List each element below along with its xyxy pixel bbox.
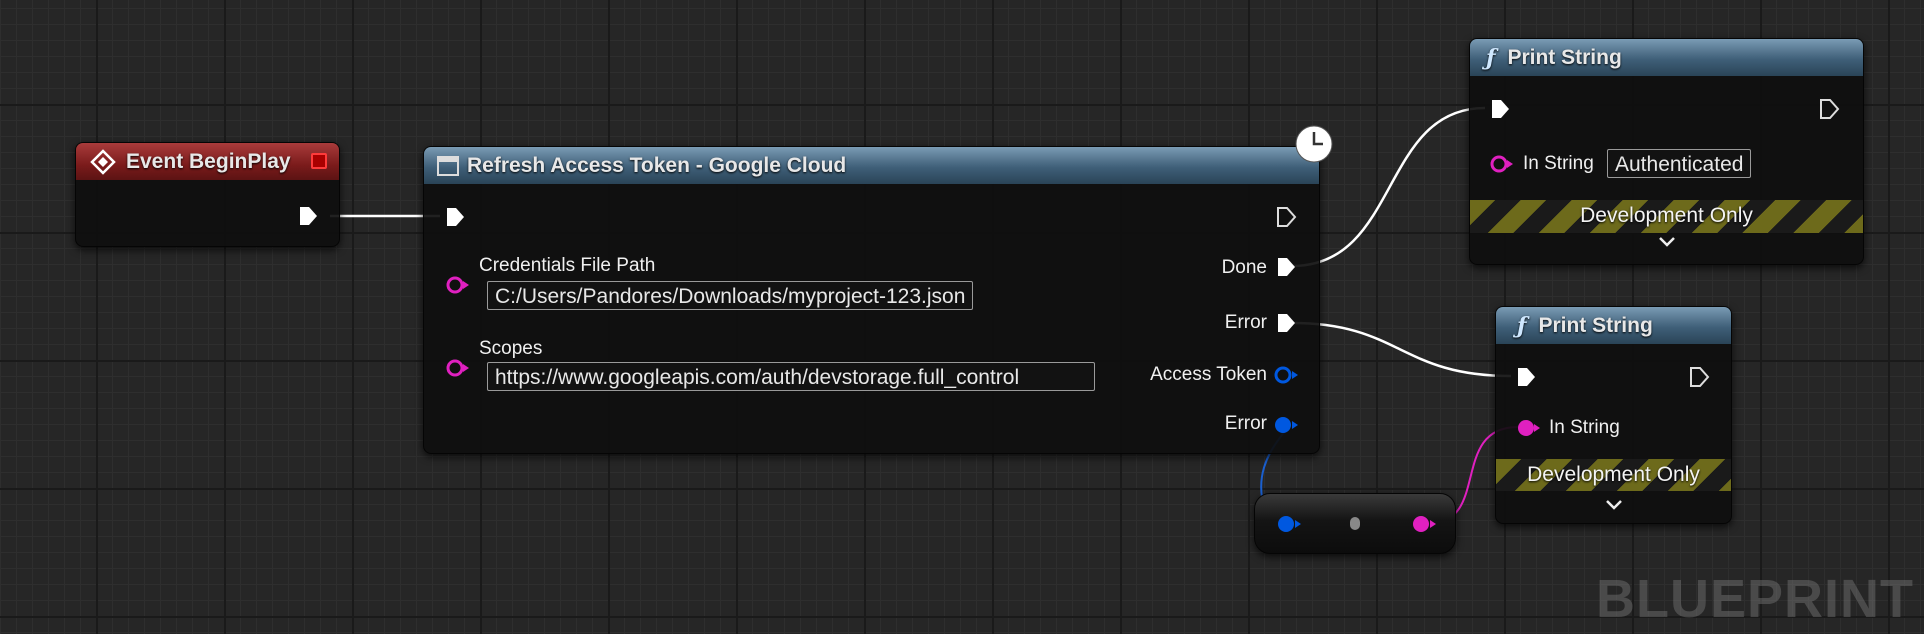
- conversion-center-dot: [1350, 517, 1360, 530]
- wire-error-to-print2: [1291, 321, 1512, 378]
- scopes-string-pin[interactable]: [445, 358, 471, 383]
- scopes-label: Scopes: [479, 338, 543, 359]
- scopes-field[interactable]: https://www.googleapis.com/auth/devstora…: [487, 362, 1095, 391]
- print2-in-string-pin[interactable]: [1516, 418, 1542, 443]
- credentials-label: Credentials File Path: [479, 255, 656, 276]
- function-f-icon: ƒ: [1486, 44, 1496, 71]
- event-diamond-icon: [90, 148, 116, 175]
- error-struct-label: Error: [1224, 413, 1267, 434]
- function-f-icon: ƒ: [1517, 312, 1527, 339]
- event-node-header[interactable]: Event BeginPlay: [76, 143, 339, 180]
- refresh-access-token-node[interactable]: Refresh Access Token - Google Cloud Cred…: [423, 146, 1320, 454]
- then-exec-output-pin[interactable]: [1275, 206, 1297, 228]
- done-label: Done: [1221, 257, 1267, 278]
- print-string-1-header[interactable]: ƒ Print String: [1470, 39, 1863, 76]
- blueprint-watermark: BLUEPRINT: [1596, 569, 1914, 629]
- breakpoint-icon[interactable]: [311, 153, 327, 169]
- conversion-node[interactable]: [1254, 493, 1456, 554]
- done-exec-output-pin[interactable]: [1275, 256, 1297, 278]
- print2-in-string-label: In String: [1549, 417, 1620, 438]
- event-node-title: Event BeginPlay: [126, 149, 291, 173]
- chevron-down-icon[interactable]: [1658, 232, 1676, 253]
- print-string-2-header[interactable]: ƒ Print String: [1496, 307, 1731, 344]
- access-token-label: Access Token: [1150, 364, 1267, 385]
- print2-dev-only-label: Development Only: [1527, 463, 1700, 486]
- chevron-down-icon[interactable]: [1605, 495, 1623, 516]
- print-string-1-title: Print String: [1507, 45, 1622, 69]
- refresh-node-header[interactable]: Refresh Access Token - Google Cloud: [424, 147, 1319, 184]
- print-string-node-2[interactable]: ƒ Print String In String Development Onl…: [1495, 306, 1732, 524]
- error-struct-pin[interactable]: [1272, 415, 1300, 440]
- print1-in-string-field[interactable]: Authenticated: [1607, 149, 1752, 178]
- clock-icon: [1294, 124, 1334, 169]
- print1-in-string-pin[interactable]: [1489, 154, 1515, 179]
- credentials-file-path-field[interactable]: C:/Users/Pandores/Downloads/myproject-12…: [487, 281, 974, 310]
- print1-exec-output-pin[interactable]: [1818, 98, 1840, 120]
- exec-output-pin[interactable]: [297, 205, 319, 227]
- print-string-node-1[interactable]: ƒ Print String In String Authenticated D…: [1469, 38, 1864, 265]
- print2-exec-output-pin[interactable]: [1688, 366, 1710, 388]
- print1-dev-only-label: Development Only: [1580, 204, 1753, 227]
- access-token-struct-pin[interactable]: [1272, 365, 1300, 390]
- print1-exec-input-pin[interactable]: [1489, 98, 1511, 120]
- exec-input-pin[interactable]: [444, 206, 466, 228]
- event-beginplay-node[interactable]: Event BeginPlay: [75, 142, 340, 247]
- conversion-output-string-pin[interactable]: [1410, 514, 1438, 539]
- print-string-2-title: Print String: [1538, 313, 1653, 337]
- error-exec-label: Error: [1224, 312, 1267, 333]
- print2-exec-input-pin[interactable]: [1515, 366, 1537, 388]
- print1-in-string-label: In String: [1523, 153, 1594, 174]
- refresh-node-title: Refresh Access Token - Google Cloud: [467, 153, 847, 177]
- conversion-input-struct-pin[interactable]: [1275, 514, 1303, 539]
- credentials-string-pin[interactable]: [445, 275, 471, 300]
- function-box-icon: [437, 155, 459, 176]
- error-exec-output-pin[interactable]: [1275, 312, 1297, 334]
